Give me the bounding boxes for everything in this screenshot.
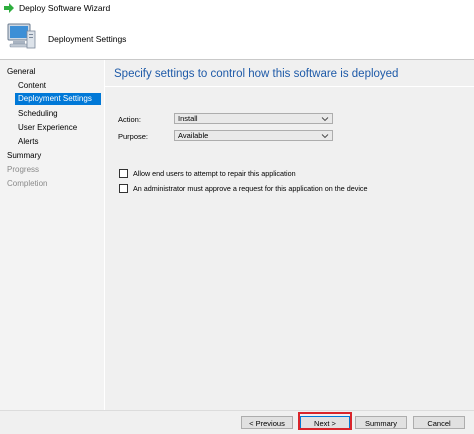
next-button[interactable]: Next > — [300, 416, 350, 429]
approval-option-row[interactable]: An administrator must approve a request … — [119, 184, 368, 193]
chevron-down-icon — [321, 132, 329, 140]
action-select-value: Install — [178, 114, 198, 123]
purpose-label: Purpose: — [118, 132, 149, 141]
repair-checkbox[interactable] — [119, 169, 128, 178]
content-heading: Specify settings to control how this sof… — [114, 68, 399, 80]
window-title: Deploy Software Wizard — [19, 3, 111, 13]
repair-option-row[interactable]: Allow end users to attempt to repair thi… — [119, 169, 296, 178]
nav-item-completion: Completion — [7, 179, 48, 188]
approval-checkbox[interactable] — [119, 184, 128, 193]
nav-item-summary[interactable]: Summary — [7, 150, 41, 162]
title-bar: Deploy Software Wizard — [0, 0, 474, 16]
nav-item-alerts[interactable]: Alerts — [18, 136, 38, 148]
nav-item-scheduling[interactable]: Scheduling — [18, 108, 58, 120]
heading-divider — [105, 86, 474, 87]
wizard-nav: General Content Deployment Settings Sche… — [0, 60, 104, 410]
purpose-select[interactable]: Available — [174, 130, 333, 141]
page-title: Deployment Settings — [48, 34, 127, 44]
approval-checkbox-label: An administrator must approve a request … — [133, 184, 368, 193]
nav-item-general[interactable]: General — [7, 66, 35, 78]
action-select[interactable]: Install — [174, 113, 333, 124]
wizard-header: Deployment Settings — [0, 16, 474, 60]
computer-icon — [5, 21, 37, 53]
green-arrow-icon — [3, 2, 15, 14]
purpose-select-value: Available — [178, 131, 209, 140]
previous-button[interactable]: < Previous — [241, 416, 293, 429]
button-bar: < Previous Next > Summary Cancel — [0, 410, 474, 434]
nav-item-user-experience[interactable]: User Experience — [18, 122, 77, 134]
chevron-down-icon — [321, 115, 329, 123]
repair-checkbox-label: Allow end users to attempt to repair thi… — [133, 169, 296, 178]
action-label: Action: — [118, 115, 141, 124]
nav-item-content[interactable]: Content — [18, 80, 46, 92]
cancel-button[interactable]: Cancel — [413, 416, 465, 429]
nav-item-progress: Progress — [7, 165, 40, 174]
summary-button[interactable]: Summary — [355, 416, 407, 429]
nav-item-deployment-settings[interactable]: Deployment Settings — [15, 93, 101, 105]
content-panel: Specify settings to control how this sof… — [105, 60, 474, 410]
